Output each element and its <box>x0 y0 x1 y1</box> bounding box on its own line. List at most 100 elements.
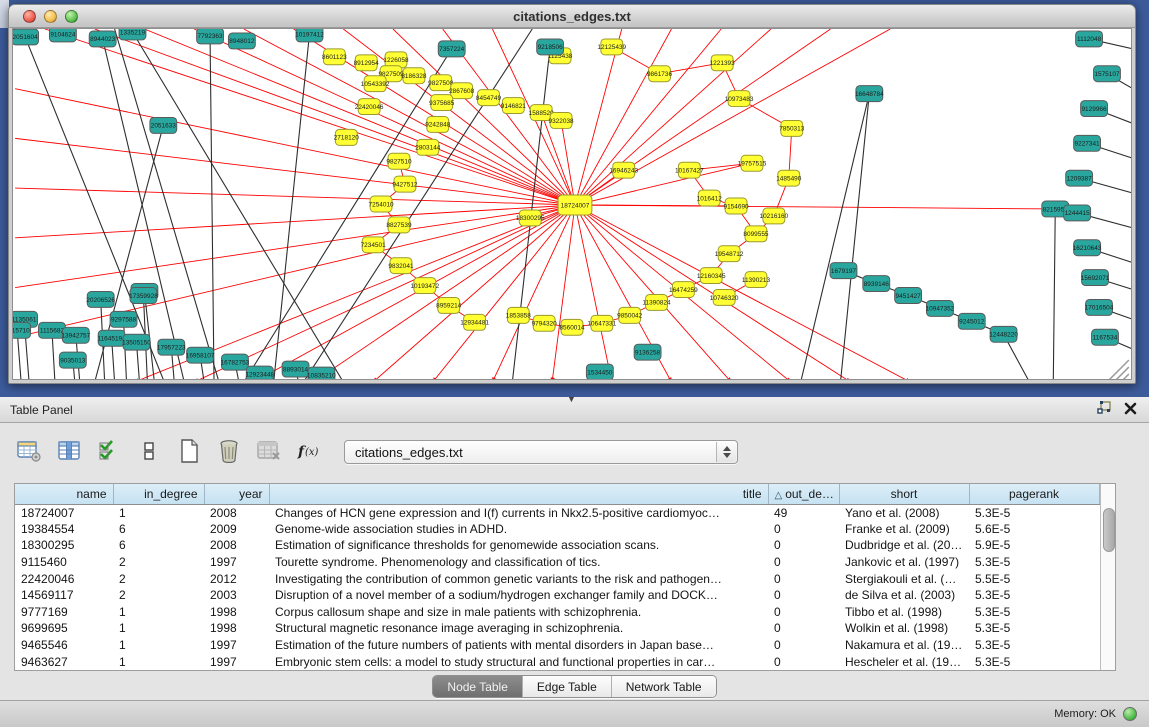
graph-node[interactable]: 1853858 <box>506 307 532 323</box>
graph-node[interactable]: 1244415 <box>1064 205 1091 221</box>
graph-node[interactable]: 3915710 <box>13 322 31 338</box>
column-header-short[interactable]: short <box>839 484 969 504</box>
network-window[interactable]: citations_edges.txt 18724007 8601123 89129… <box>8 4 1136 384</box>
graph-node[interactable]: 12125439 <box>597 39 626 55</box>
graph-node[interactable]: 9427512 <box>392 176 418 192</box>
table-row[interactable]: 946362711997Embryonic stem cells: a mode… <box>15 653 1099 670</box>
graph-node[interactable]: 16474259 <box>669 282 698 298</box>
graph-node[interactable]: 9451427 <box>895 288 922 304</box>
graph-node[interactable]: 9227341 <box>1074 135 1101 151</box>
graph-node[interactable]: 10167427 <box>675 162 704 178</box>
table-row[interactable]: 1872400712008Changes of HCN gene express… <box>15 504 1099 521</box>
graph-node[interactable]: 1221393 <box>710 55 736 71</box>
graph-node[interactable]: 12934481 <box>460 314 489 330</box>
graph-node[interactable]: 9850042 <box>617 307 643 323</box>
column-header-out_degree[interactable]: △out_de… <box>768 484 839 504</box>
row-height-button[interactable] <box>134 437 164 467</box>
graph-node[interactable]: 20206526 <box>86 292 115 308</box>
graph-node[interactable]: 13942757 <box>61 327 90 343</box>
window-resize-grip[interactable] <box>1109 360 1129 380</box>
graph-node[interactable]: 16958107 <box>186 347 215 363</box>
graph-node[interactable]: 9104624 <box>49 29 76 42</box>
graph-node[interactable]: 11390824 <box>642 294 671 310</box>
table-scrollbar[interactable] <box>1100 484 1116 670</box>
new-table-button[interactable] <box>174 437 204 467</box>
graph-node[interactable]: 8099555 <box>743 226 769 242</box>
graph-node[interactable]: 8827539 <box>386 217 412 233</box>
close-panel-icon[interactable] <box>1124 402 1137 415</box>
graph-node[interactable]: 17016504 <box>1085 299 1114 315</box>
table-selector-dropdown[interactable]: citations_edges.txt <box>344 440 738 464</box>
graph-node[interactable]: 8893014 <box>282 361 309 377</box>
graph-node[interactable]: 22420046 <box>355 99 384 115</box>
graph-node[interactable]: 1167534 <box>1092 329 1119 345</box>
graph-node[interactable]: 16946243 <box>609 162 638 178</box>
graph-node[interactable]: 8939146 <box>863 276 890 292</box>
graph-node[interactable]: 1534450 <box>586 364 613 380</box>
graph-node[interactable]: 9146821 <box>501 98 527 114</box>
splitter-handle[interactable]: ▼ <box>567 394 576 404</box>
graph-node[interactable]: 8601123 <box>322 49 347 65</box>
graph-node[interactable]: 9861736 <box>647 66 673 82</box>
graph-node[interactable]: 2867608 <box>449 83 475 99</box>
graph-node[interactable]: 9154690 <box>724 198 750 214</box>
graph-node[interactable]: 9297588 <box>110 311 137 327</box>
graph-node[interactable]: 10543392 <box>361 76 390 92</box>
graph-node[interactable]: 8454749 <box>476 90 502 106</box>
graph-node[interactable]: 10193472 <box>410 278 439 294</box>
graph-node[interactable]: 8912954 <box>354 55 380 71</box>
graph-node[interactable]: 2718120 <box>334 129 360 145</box>
graph-canvas[interactable]: 1872400786011238912954122605898275098186… <box>12 28 1132 380</box>
graph-node[interactable]: 9375685 <box>429 95 455 111</box>
show-columns-button[interactable] <box>54 437 84 467</box>
table-row[interactable]: 1830029562008Estimation of significance … <box>15 537 1099 554</box>
graph-node[interactable]: 16648784 <box>855 86 884 102</box>
graph-node[interactable]: 9136258 <box>634 344 661 360</box>
table-row[interactable]: 911546021997Tourette syndrome. Phenomeno… <box>15 554 1099 571</box>
table-settings-button[interactable] <box>14 437 44 467</box>
scrollbar-thumb[interactable] <box>1103 508 1115 552</box>
graph-node[interactable]: 8948012 <box>228 33 255 49</box>
graph-node[interactable]: 7850313 <box>779 120 805 136</box>
table-row[interactable]: 2242004622012Investigating the contribut… <box>15 570 1099 587</box>
graph-node[interactable]: 10216160 <box>760 208 789 224</box>
graph-node[interactable]: 10197412 <box>295 29 324 42</box>
graph-node[interactable]: 10973483 <box>725 91 754 107</box>
graph-node[interactable]: 17359928 <box>129 288 158 304</box>
graph-node[interactable]: 16210643 <box>1073 240 1102 256</box>
delete-columns-button[interactable] <box>214 437 244 467</box>
graph-node[interactable]: 8944023 <box>89 31 116 47</box>
table-row[interactable]: 946554611997Estimation of the future num… <box>15 637 1099 654</box>
graph-node[interactable]: 9218506 <box>537 39 564 55</box>
window-titlebar[interactable]: citations_edges.txt <box>9 5 1135 28</box>
graph-node[interactable]: 19548712 <box>715 246 744 262</box>
column-header-year[interactable]: year <box>204 484 269 504</box>
graph-node[interactable]: 10835210 <box>307 367 336 380</box>
graph-node[interactable]: 1485490 <box>776 170 802 186</box>
tab-network-table[interactable]: Network Table <box>611 676 716 697</box>
graph-node[interactable]: 9794320 <box>532 315 558 331</box>
graph-node[interactable]: 12448220 <box>989 326 1018 342</box>
dropdown-stepper-icon[interactable] <box>716 442 736 462</box>
graph-node[interactable]: 9322038 <box>549 113 575 129</box>
graph-node[interactable]: 17957223 <box>157 339 186 355</box>
column-header-in_degree[interactable]: in_degree <box>113 484 204 504</box>
column-header-title[interactable]: title <box>269 484 768 504</box>
float-panel-icon[interactable] <box>1097 401 1112 415</box>
table-row[interactable]: 969969511998Structural magnetic resonanc… <box>15 620 1099 637</box>
tab-edge-table[interactable]: Edge Table <box>522 676 611 697</box>
graph-node[interactable]: 13505150 <box>122 334 151 350</box>
column-header-pagerank[interactable]: pagerank <box>969 484 1099 504</box>
graph-node[interactable]: 9242848 <box>425 117 451 133</box>
tab-node-table[interactable]: Node Table <box>433 676 522 697</box>
function-builder-button[interactable]: f(x) <box>294 437 324 467</box>
graph-node[interactable]: 16782753 <box>221 354 250 370</box>
table-row[interactable]: 1456911722003Disruption of a novel membe… <box>15 587 1099 604</box>
graph-node[interactable]: 9035013 <box>59 352 86 368</box>
table-row[interactable]: 977716911998Corpus callosum shape and si… <box>15 604 1099 621</box>
graph-node[interactable]: 18724007 <box>558 195 592 215</box>
graph-node[interactable]: 11390213 <box>742 272 771 288</box>
graph-node[interactable]: 10746320 <box>710 290 739 306</box>
table-row[interactable]: 1938455462009Genome-wide association stu… <box>15 521 1099 538</box>
graph-node[interactable]: 8560014 <box>559 319 585 335</box>
